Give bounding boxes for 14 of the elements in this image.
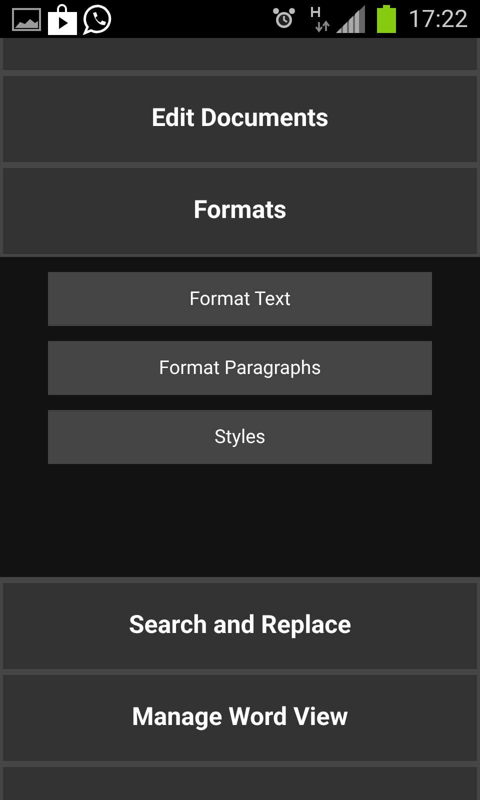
submenu-button[interactable]: Format Text bbox=[48, 272, 432, 326]
data-transfer-icon bbox=[310, 5, 332, 33]
battery-icon bbox=[377, 5, 396, 33]
clock-time: 17:22 bbox=[408, 7, 468, 31]
submenu-button[interactable]: Styles bbox=[48, 410, 432, 464]
chat-phone-icon[interactable] bbox=[83, 4, 114, 34]
menu-button[interactable]: Edit Documents bbox=[3, 76, 477, 162]
picture-icon[interactable] bbox=[12, 8, 41, 30]
shopping-bag-play-icon[interactable] bbox=[47, 4, 78, 34]
menu-button[interactable]: Formats bbox=[3, 168, 477, 254]
signal-icon bbox=[336, 5, 366, 33]
menu-button[interactable]: Manage Word View bbox=[3, 675, 477, 761]
menu-button[interactable]: Search and Replace bbox=[3, 583, 477, 669]
submenu-button[interactable]: Format Paragraphs bbox=[48, 341, 432, 395]
